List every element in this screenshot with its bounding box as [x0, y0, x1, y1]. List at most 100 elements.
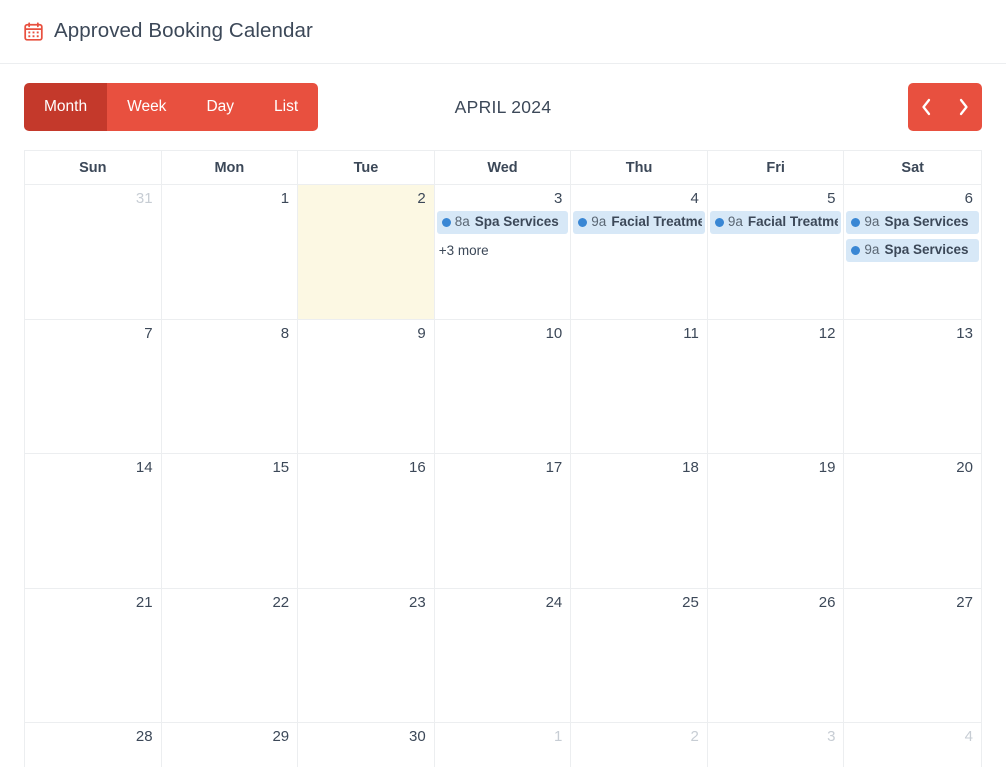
day-number: 12 [818, 324, 836, 342]
day-number: 9 [417, 324, 426, 342]
week-row: 31 1 2 3 8a Spa Services +3 more 4 9a Facial Trea… [25, 185, 981, 320]
view-button-week[interactable]: Week [107, 83, 187, 131]
day-cell[interactable]: 2 [298, 185, 435, 320]
day-cell[interactable]: 16 [298, 454, 435, 589]
view-button-list[interactable]: List [254, 83, 319, 131]
day-number: 3 [827, 728, 836, 745]
day-cell[interactable]: 3 8a Spa Services +3 more [434, 185, 572, 320]
more-events-link[interactable]: +3 more [435, 239, 571, 258]
day-cell[interactable]: 28 [25, 723, 162, 767]
day-number: 23 [409, 593, 426, 611]
day-cell[interactable]: 18 [571, 454, 708, 589]
day-cell[interactable]: 14 [25, 454, 162, 589]
prev-period-button[interactable] [908, 83, 945, 131]
day-number: 4 [964, 728, 973, 745]
calendar-toolbar: Month Week Day List APRIL 2024 [0, 64, 1006, 150]
calendar-event[interactable]: 9a Facial Treatment [573, 211, 705, 234]
day-cell[interactable]: 4 9a Facial Treatment [571, 185, 708, 320]
week-row: 7 8 9 10 11 12 13 [25, 319, 981, 454]
day-number: 26 [818, 593, 836, 611]
day-cell[interactable]: 6 9a Spa Services 9a Spa Services [844, 185, 981, 320]
day-number: 1 [553, 728, 563, 745]
day-number: 2 [690, 728, 699, 745]
day-number: 29 [272, 728, 290, 745]
day-cell[interactable]: 30 [298, 723, 435, 767]
chevron-right-icon [959, 98, 968, 116]
day-cell[interactable]: 13 [844, 320, 981, 454]
day-cell[interactable]: 1 [435, 723, 572, 767]
calendar-day-headers: Sun Mon Tue Wed Thu Fri Sat [25, 151, 981, 185]
calendar-event[interactable]: 9a Facial Treatment [709, 211, 842, 234]
day-header-tue: Tue [298, 151, 435, 185]
day-number: 19 [818, 459, 836, 476]
event-list: 9a Spa Services 9a Spa Services [844, 211, 981, 262]
day-cell[interactable]: 5 9a Facial Treatment [707, 185, 845, 320]
day-cell[interactable]: 11 [571, 319, 708, 454]
day-number: 4 [690, 190, 699, 207]
event-dot-icon [851, 245, 861, 255]
event-title: Facial Treatment [747, 214, 839, 229]
day-number: 1 [280, 190, 290, 207]
week-row: 21 22 23 24 25 26 27 [25, 588, 981, 723]
day-cell[interactable]: 9 [298, 319, 435, 454]
calendar-event[interactable]: 9a Spa Services [846, 211, 979, 234]
day-number: 2 [417, 190, 426, 207]
calendar-event[interactable]: 9a Spa Services [846, 238, 979, 262]
day-number: 13 [956, 324, 973, 342]
day-cell[interactable]: 10 [434, 319, 572, 454]
chevron-left-icon [922, 98, 931, 116]
day-number: 24 [545, 593, 563, 611]
day-header-sat: Sat [844, 151, 981, 185]
day-cell[interactable]: 22 [161, 588, 299, 723]
day-cell[interactable]: 3 [708, 723, 845, 767]
day-cell[interactable]: 21 [25, 588, 162, 723]
day-cell[interactable]: 19 [707, 454, 845, 589]
day-cell[interactable]: 26 [707, 588, 845, 723]
page-header: Approved Booking Calendar [0, 0, 1006, 64]
day-cell[interactable]: 25 [571, 588, 708, 723]
event-time: 9a [727, 214, 743, 229]
day-header-mon: Mon [161, 151, 299, 185]
day-cell[interactable]: 31 [25, 185, 162, 320]
day-number: 5 [827, 190, 836, 207]
day-cell[interactable]: 1 [161, 185, 299, 320]
event-dot-icon [578, 217, 588, 227]
calendar-weeks: 31 1 2 3 8a Spa Services +3 more 4 9a Facial Trea… [25, 185, 981, 767]
day-cell[interactable]: 12 [707, 319, 845, 454]
event-list: 9a Facial Treatment [571, 211, 707, 234]
view-button-month[interactable]: Month [24, 83, 108, 131]
event-time: 8a [454, 214, 470, 229]
day-cell[interactable]: 8 [161, 319, 299, 454]
view-switcher: Month Week Day List [24, 83, 319, 131]
calendar-nav-group [908, 83, 982, 131]
day-cell[interactable]: 2 [571, 723, 708, 767]
view-button-day[interactable]: Day [186, 83, 255, 131]
day-cell[interactable]: 24 [434, 588, 572, 723]
event-dot-icon [851, 217, 861, 227]
event-list: 9a Facial Treatment [708, 211, 844, 234]
day-number: 20 [956, 459, 973, 476]
day-cell[interactable]: 7 [25, 319, 162, 454]
day-number: 21 [135, 593, 153, 611]
day-header-thu: Thu [571, 151, 708, 185]
day-number: 11 [683, 324, 699, 342]
day-header-wed: Wed [434, 151, 572, 185]
day-cell[interactable]: 23 [298, 588, 435, 723]
day-number: 7 [144, 324, 153, 342]
next-period-button[interactable] [945, 83, 982, 131]
day-cell[interactable]: 4 [844, 723, 981, 767]
week-row: 14 15 16 17 18 19 20 [25, 454, 981, 589]
day-number: 27 [956, 593, 973, 611]
day-number: 3 [553, 190, 563, 207]
day-cell[interactable]: 29 [162, 723, 299, 767]
day-cell[interactable]: 20 [844, 454, 981, 589]
event-time: 9a [591, 214, 607, 229]
calendar-event[interactable]: 8a Spa Services [436, 211, 569, 234]
week-row: 28 29 30 1 2 3 4 [25, 723, 981, 767]
day-header-sun: Sun [25, 151, 162, 185]
day-cell[interactable]: 27 [844, 589, 981, 723]
event-dot-icon [441, 217, 451, 227]
day-cell[interactable]: 17 [434, 454, 572, 589]
day-cell[interactable]: 15 [161, 454, 299, 589]
day-number: 15 [272, 459, 290, 476]
